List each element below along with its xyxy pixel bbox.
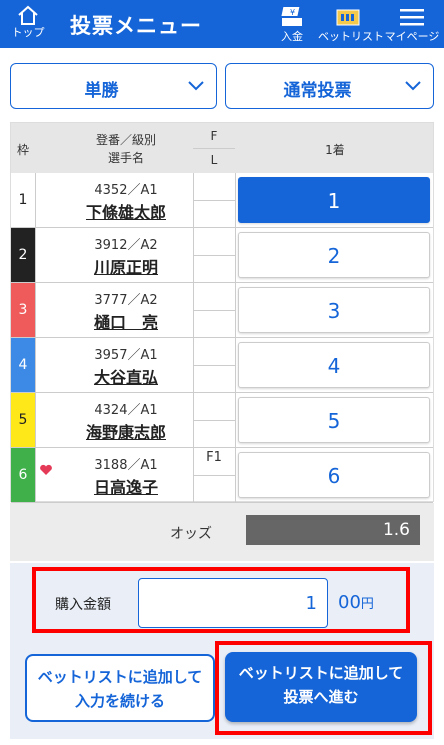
first-place-pick-button[interactable]: 6 bbox=[238, 452, 430, 498]
racer-name-link[interactable]: 海野康志郎 bbox=[61, 419, 191, 443]
cell-divider bbox=[235, 173, 236, 227]
first-place-pick-button[interactable]: 5 bbox=[238, 397, 430, 443]
header-waku: 枠 bbox=[16, 143, 29, 157]
header-f: F bbox=[210, 129, 218, 143]
header-racer-line1: 登番／級別 bbox=[95, 133, 156, 147]
betlist-label: ベットリスト bbox=[318, 30, 384, 43]
racer-flying: F1 bbox=[206, 450, 222, 465]
fl-divider bbox=[193, 255, 235, 256]
cell-divider bbox=[235, 393, 236, 447]
header-l: L bbox=[210, 153, 218, 167]
purchase-suffix-main: 00 bbox=[338, 592, 361, 613]
svg-text:¥: ¥ bbox=[290, 8, 295, 17]
cell-divider bbox=[235, 448, 236, 502]
first-place-pick-button[interactable]: 3 bbox=[238, 287, 430, 333]
odds-label: オッズ bbox=[170, 526, 212, 542]
cell-divider bbox=[35, 448, 36, 502]
first-place-pick-button[interactable]: 1 bbox=[238, 177, 430, 223]
cell-divider bbox=[35, 338, 36, 392]
bet-method-select[interactable]: 通常投票 bbox=[225, 63, 434, 109]
bet-type-value: 単勝 bbox=[84, 81, 119, 101]
deposit-icon: ¥ bbox=[281, 7, 302, 26]
add-and-continue-line2: 入力を続ける bbox=[74, 692, 165, 710]
deposit-label: 入金 bbox=[281, 30, 303, 43]
add-and-continue-line1: ベットリストに追加して bbox=[37, 668, 203, 686]
table-header: 枠 登番／級別 選手名 F L 1着 bbox=[11, 123, 433, 173]
racer-registration: 3777／A2 bbox=[94, 293, 158, 308]
cell-divider bbox=[35, 173, 36, 227]
first-place-pick-button[interactable]: 2 bbox=[238, 232, 430, 278]
cell-divider bbox=[235, 338, 236, 392]
racer-table: 枠 登番／級別 選手名 F L 1着 1 4352／A1 下條雄太郎 1 2 3912／A… bbox=[10, 122, 434, 503]
racer-registration: 3957／A1 bbox=[94, 348, 158, 363]
racer-name-link[interactable]: 下條雄太郎 bbox=[61, 199, 191, 223]
home-button[interactable]: トップ bbox=[8, 4, 48, 39]
heart-icon[interactable] bbox=[39, 461, 53, 480]
cell-divider bbox=[35, 393, 36, 447]
racer-name-link[interactable]: 大谷直弘 bbox=[61, 364, 191, 388]
purchase-suffix: 00円 bbox=[338, 592, 374, 613]
chevron-down-icon bbox=[405, 81, 421, 91]
mypage-button[interactable]: マイページ bbox=[384, 4, 440, 43]
app-header: トップ 投票メニュー ¥ 入金 ベットリスト マイページ bbox=[0, 0, 444, 48]
page-title: 投票メニュー bbox=[70, 14, 202, 38]
add-and-continue-button[interactable]: ベットリストに追加して 入力を続ける bbox=[25, 654, 215, 722]
header-first: 1着 bbox=[325, 143, 345, 157]
racer-registration: 4324／A1 bbox=[94, 403, 158, 418]
purchase-amount-input[interactable]: 1 bbox=[138, 578, 328, 628]
chevron-down-icon bbox=[188, 81, 204, 91]
purchase-suffix-unit: 円 bbox=[360, 597, 374, 612]
fl-divider bbox=[193, 200, 235, 201]
waku-number: 2 bbox=[11, 228, 35, 282]
odds-bar: オッズ 1.6 bbox=[10, 503, 434, 561]
add-and-proceed-line2: 投票へ進む bbox=[283, 688, 359, 706]
purchase-label: 購入金額 bbox=[55, 597, 111, 613]
fl-divider bbox=[193, 310, 235, 311]
home-label: トップ bbox=[11, 26, 45, 39]
table-row: 1 4352／A1 下條雄太郎 1 bbox=[11, 173, 433, 228]
mypage-label: マイページ bbox=[384, 30, 440, 43]
header-fl-divider bbox=[193, 148, 235, 149]
home-icon bbox=[18, 5, 38, 25]
waku-number: 3 bbox=[11, 283, 35, 337]
racer-registration: 3912／A2 bbox=[94, 238, 158, 253]
waku-number: 1 bbox=[11, 173, 35, 227]
cell-divider bbox=[35, 283, 36, 337]
waku-number: 5 bbox=[11, 393, 35, 447]
cell-divider bbox=[235, 283, 236, 337]
header-racer-line2: 選手名 bbox=[107, 151, 144, 165]
menu-icon bbox=[400, 9, 424, 26]
racer-registration: 3188／A1 bbox=[94, 458, 158, 473]
racer-registration: 4352／A1 bbox=[94, 183, 158, 198]
fl-divider bbox=[193, 365, 235, 366]
racer-name-link[interactable]: 川原正明 bbox=[61, 254, 191, 278]
betlist-icon bbox=[336, 9, 360, 26]
add-and-proceed-line1: ベットリストに追加して bbox=[238, 664, 404, 682]
bet-type-select[interactable]: 単勝 bbox=[10, 63, 217, 109]
add-and-proceed-button[interactable]: ベットリストに追加して 投票へ進む bbox=[225, 652, 417, 722]
fl-divider bbox=[193, 420, 235, 421]
deposit-button[interactable]: ¥ 入金 bbox=[275, 4, 309, 43]
waku-number: 4 bbox=[11, 338, 35, 392]
racer-name-link[interactable]: 日高逸子 bbox=[61, 474, 191, 498]
table-row: 5 4324／A1 海野康志郎 5 bbox=[11, 393, 433, 448]
cell-divider bbox=[235, 228, 236, 282]
fl-divider bbox=[193, 475, 235, 476]
table-row: 2 3912／A2 川原正明 2 bbox=[11, 228, 433, 283]
table-row: 6 3188／A1 日高逸子 F1 6 bbox=[11, 448, 433, 503]
bet-method-value: 通常投票 bbox=[283, 81, 352, 101]
waku-number: 6 bbox=[11, 448, 35, 502]
betlist-button[interactable]: ベットリスト bbox=[318, 4, 384, 43]
cell-divider bbox=[35, 228, 36, 282]
odds-value: 1.6 bbox=[246, 515, 420, 545]
racer-name-link[interactable]: 樋口 亮 bbox=[61, 309, 191, 333]
first-place-pick-button[interactable]: 4 bbox=[238, 342, 430, 388]
table-row: 4 3957／A1 大谷直弘 4 bbox=[11, 338, 433, 393]
table-row: 3 3777／A2 樋口 亮 3 bbox=[11, 283, 433, 338]
